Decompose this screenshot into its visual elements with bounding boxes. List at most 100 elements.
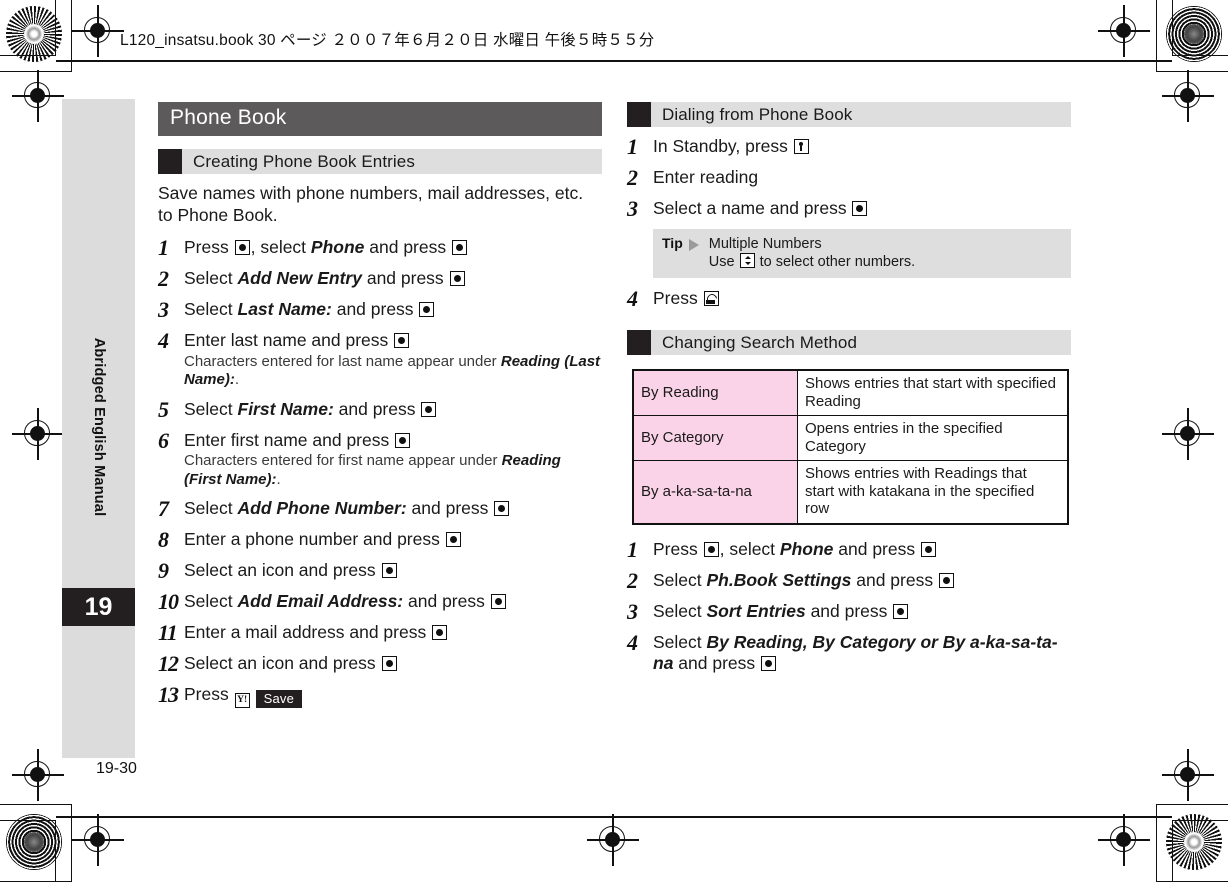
table-cell-key: By a-ka-sa-ta-na xyxy=(632,460,798,524)
center-select-key-icon xyxy=(852,201,868,216)
center-select-key-icon xyxy=(490,594,506,609)
sidebar-manual-label: Abridged English Manual xyxy=(90,337,107,517)
center-select-key-icon xyxy=(893,603,909,619)
step-number: 1 xyxy=(158,235,169,260)
step-text-before: Select xyxy=(653,600,707,621)
step-text: Select a name and press xyxy=(653,198,1071,220)
tip-body: Multiple Numbers Use to select other num… xyxy=(709,235,1062,271)
step-number: 1 xyxy=(627,536,638,562)
nav-updown-key-icon xyxy=(739,253,755,268)
section-marker-block xyxy=(158,149,182,174)
step-text: Enter a mail address and press xyxy=(184,622,602,644)
step-note: Characters entered for first name appear… xyxy=(184,452,602,489)
step-text-before: Select xyxy=(184,498,238,518)
step-item: 3 Select a name and press xyxy=(627,198,1071,220)
center-select-key-icon xyxy=(938,572,954,588)
nav-down-key-icon xyxy=(793,139,809,154)
trim-line-top xyxy=(56,60,1172,62)
step-item: 3 Select Sort Entries and press xyxy=(627,598,1071,624)
table-cell-key: By Category xyxy=(632,415,798,461)
center-select-key-icon xyxy=(432,625,448,640)
step-item: 2 Select Ph.Book Settings and press xyxy=(627,567,1071,593)
step-number: 4 xyxy=(158,328,169,353)
center-select-key-icon xyxy=(395,432,411,448)
step-item: 1 Press , select Phone and press xyxy=(158,237,602,259)
step-text-mid: , select xyxy=(719,538,780,559)
step-item: 4 Enter last name and press Characters e… xyxy=(158,330,602,390)
step-number: 3 xyxy=(627,598,638,624)
step-number: 6 xyxy=(158,427,169,453)
section-heading-label: Dialing from Phone Book xyxy=(662,105,853,124)
section-marker-block xyxy=(627,330,651,355)
registration-mark-bottom-left xyxy=(72,814,124,866)
tip-text-before: Use xyxy=(708,254,739,270)
center-select-key-icon xyxy=(449,271,465,286)
table-cell-key: By Reading xyxy=(632,369,798,416)
step-text-after: and press xyxy=(333,398,421,419)
table-row: By Reading Shows entries that start with… xyxy=(632,369,1069,416)
step-number: 4 xyxy=(627,629,638,655)
tip-text-after: to select other numbers. xyxy=(755,254,916,270)
step-text: Press , select Phone and press xyxy=(184,237,602,259)
step-item: 1 In Standby, press xyxy=(627,136,1071,158)
step-item: 7 Select Add Phone Number: and press xyxy=(158,498,602,520)
step-item: 2 Select Add New Entry and press xyxy=(158,268,602,290)
step-text-before: Select a name and press xyxy=(653,198,852,218)
step-text: Select Last Name: and press xyxy=(184,299,602,321)
step-number: 2 xyxy=(627,567,638,593)
sidebar-chapter-tab: Abridged English Manual 19 xyxy=(62,99,135,758)
section-heading-search-method: Changing Search Method xyxy=(627,330,1071,355)
search-method-table: By Reading Shows entries that start with… xyxy=(632,369,1069,525)
step-text-after: and press xyxy=(673,653,761,673)
step-text-before: Select xyxy=(184,591,238,611)
step-text: Select Sort Entries and press xyxy=(653,601,1071,623)
book-file-header: L120_insatsu.book 30 ページ ２００７年６月２０日 水曜日 … xyxy=(120,32,655,49)
dialing-step-list: 1 In Standby, press 2 Enter reading 3 Se… xyxy=(627,136,1071,310)
center-select-key-icon xyxy=(451,240,467,255)
step-menu-name: Add Email Address: xyxy=(237,591,404,611)
step-menu-name: Phone xyxy=(779,538,834,559)
registration-mark-right-upper xyxy=(1162,70,1214,122)
step-text-before: Press xyxy=(653,538,703,559)
step-text-before: Select xyxy=(653,569,707,590)
step-item: 11 Enter a mail address and press xyxy=(158,622,602,644)
step-number: 2 xyxy=(627,165,638,190)
step-number: 3 xyxy=(627,196,638,221)
center-select-key-icon xyxy=(761,656,777,671)
yahoo-key-icon: Y! xyxy=(234,693,250,708)
step-text-after: and press xyxy=(364,237,451,257)
step-note-before: Characters entered for first name appear… xyxy=(184,452,502,469)
step-text: Enter last name and press Characters ent… xyxy=(184,330,602,390)
step-menu-name: Phone xyxy=(310,237,365,257)
registration-mark-bottom-center xyxy=(1098,814,1150,866)
registration-mark-bottom-middle xyxy=(587,814,639,866)
step-item: 4 Press xyxy=(627,288,1071,310)
step-note: Characters entered for last name appear … xyxy=(184,353,602,390)
step-text-after: and press xyxy=(851,569,938,590)
tip-label: Tip xyxy=(662,235,683,251)
step-text-mid: , select xyxy=(250,237,311,257)
section-heading-label: Creating Phone Book Entries xyxy=(193,152,415,171)
step-text: Enter first name and press Characters en… xyxy=(184,430,602,490)
center-select-key-icon xyxy=(920,541,936,557)
registration-mark-left-lower xyxy=(12,749,64,801)
left-content-column: Phone Book Creating Phone Book Entries S… xyxy=(158,102,602,708)
step-text: Select Add New Entry and press xyxy=(184,268,602,290)
step-item: 5 Select First Name: and press xyxy=(158,398,602,421)
step-text-before: Select an icon and press xyxy=(184,560,381,580)
section-intro-paragraph: Save names with phone numbers, mail addr… xyxy=(158,183,584,225)
step-text-after: and press xyxy=(805,600,893,621)
step-text-before: In Standby, press xyxy=(653,136,793,156)
table-cell-value: Shows entries that start with specified … xyxy=(797,369,1069,416)
step-text-before: Press xyxy=(184,684,234,704)
step-item: 4 Select By Reading, By Category or By a… xyxy=(627,629,1071,675)
step-number: 4 xyxy=(627,286,638,311)
step-number: 8 xyxy=(158,527,169,552)
step-item: 12 Select an icon and press xyxy=(158,653,602,675)
step-text-after: and press xyxy=(833,538,920,559)
step-number: 2 xyxy=(158,266,169,291)
step-text-before: Enter a mail address and press xyxy=(184,622,432,642)
creating-entries-step-list: 1 Press , select Phone and press 2 Selec… xyxy=(158,237,602,708)
step-text-after: and press xyxy=(361,268,449,288)
step-text-before: Select xyxy=(184,268,238,288)
